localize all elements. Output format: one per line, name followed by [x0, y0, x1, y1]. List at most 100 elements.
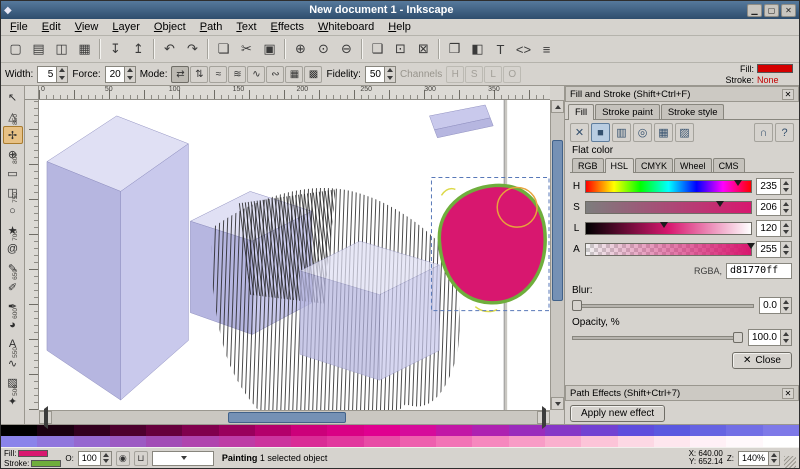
saturation-slider[interactable] [585, 201, 752, 214]
unset-paint-button[interactable]: ∩ [754, 123, 773, 142]
spin-up-button[interactable] [781, 242, 791, 250]
pink-blob-shape[interactable] [439, 185, 545, 302]
blur-slider[interactable] [572, 299, 754, 312]
fill-stroke-header[interactable]: Fill and Stroke (Shift+Ctrl+F) ✕ [565, 86, 799, 102]
master-opacity-spinner[interactable]: 100 [78, 451, 112, 466]
lightness-spinner[interactable]: 120 [756, 220, 792, 237]
align-dialog-button[interactable]: ≡ [535, 38, 558, 61]
paint-pattern-button[interactable]: ▦ [654, 123, 673, 142]
palette-swatch[interactable] [472, 425, 508, 436]
menu-view[interactable]: View [68, 20, 106, 34]
lightness-slider[interactable] [585, 222, 752, 235]
minimize-button[interactable]: ▁ [747, 4, 762, 17]
vertical-scrollbar[interactable] [550, 100, 564, 410]
palette-swatch[interactable] [763, 436, 799, 447]
palette-swatch[interactable] [182, 436, 218, 447]
tweak-mode-scale[interactable]: ≋ [228, 66, 246, 83]
maximize-button[interactable]: ▢ [764, 4, 779, 17]
palette-swatch[interactable] [291, 425, 327, 436]
palette-swatch[interactable] [545, 436, 581, 447]
resize-grip[interactable] [784, 456, 796, 468]
scroll-right-button[interactable] [537, 411, 550, 424]
fill-swatch[interactable] [18, 450, 48, 457]
hue-spinner[interactable]: 235 [756, 178, 792, 195]
cs-tab-wheel[interactable]: Wheel [674, 158, 712, 172]
titlebar[interactable]: ◆ New document 1 - Inkscape ▁ ▢ ✕ [1, 1, 799, 19]
palette-swatch[interactable] [219, 436, 255, 447]
tweak-mode-move-inout[interactable]: ⇅ [190, 66, 208, 83]
slider-marker[interactable] [660, 222, 668, 228]
palette-swatch[interactable] [763, 425, 799, 436]
layer-lock-toggle[interactable]: ⊔ [134, 451, 148, 466]
redo-button[interactable]: ↷ [181, 38, 204, 61]
unlink-clone-button[interactable]: ⊠ [412, 38, 435, 61]
menu-whiteboard[interactable]: Whiteboard [311, 20, 381, 34]
palette-swatch[interactable] [110, 425, 146, 436]
copy-button[interactable]: ❏ [212, 38, 235, 61]
palette-swatch[interactable] [726, 436, 762, 447]
spin-down-button[interactable] [781, 338, 791, 346]
palette-swatch[interactable] [509, 436, 545, 447]
horizontal-scrollbar[interactable] [39, 410, 550, 424]
stroke-swatch[interactable] [31, 460, 61, 467]
spin-up-button[interactable] [781, 330, 791, 338]
import-button[interactable]: ↧ [104, 38, 127, 61]
opacity-spinner[interactable]: 100.0 [748, 329, 792, 346]
fill-swatch[interactable] [757, 64, 793, 73]
menu-object[interactable]: Object [147, 20, 193, 34]
cs-tab-cmyk[interactable]: CMYK [635, 158, 673, 172]
tweak-mode-move[interactable]: ⇄ [171, 66, 189, 83]
open-document-button[interactable]: ▤ [27, 38, 50, 61]
palette-swatch[interactable] [726, 425, 762, 436]
palette-swatch[interactable] [545, 425, 581, 436]
fill-stroke-close-button[interactable]: ✕ [782, 89, 794, 100]
tab-stroke-style[interactable]: Stroke style [661, 104, 725, 119]
tab-fill[interactable]: Fill [568, 104, 594, 120]
palette-swatch[interactable] [255, 436, 291, 447]
palette-swatch[interactable] [690, 425, 726, 436]
palette-swatch[interactable] [400, 436, 436, 447]
slider-marker[interactable] [734, 180, 742, 186]
spin-down-button[interactable] [781, 306, 791, 314]
palette-swatch[interactable] [364, 425, 400, 436]
vertical-scroll-thumb[interactable] [552, 140, 563, 301]
scroll-down-button[interactable] [551, 397, 564, 410]
ellipse-tool[interactable]: ○ [3, 202, 23, 220]
horizontal-ruler[interactable]: 050100150200250300350 [39, 86, 550, 100]
paint-linear-gradient-button[interactable]: ▥ [612, 123, 631, 142]
selector-tool[interactable]: ↖ [3, 88, 23, 106]
layer-visibility-toggle[interactable]: ◉ [116, 451, 130, 466]
zoom-spinner[interactable]: 140% [738, 451, 780, 466]
palette-swatch[interactable] [1, 436, 37, 447]
zoom-selection-button[interactable]: ⊕ [289, 38, 312, 61]
tweak-mode-blur[interactable]: ▩ [304, 66, 322, 83]
opacity-slider[interactable] [572, 331, 743, 344]
force-spinner[interactable]: 20 [105, 66, 136, 83]
fidelity-spinner[interactable]: 50 [365, 66, 396, 83]
path-effects-header[interactable]: Path Effects (Shift+Ctrl+7) ✕ [565, 385, 799, 401]
palette-swatch[interactable] [581, 425, 617, 436]
channel-h-button[interactable]: H [446, 66, 464, 83]
stroke-value[interactable]: None [757, 75, 793, 85]
zoom-page-button[interactable]: ⊖ [335, 38, 358, 61]
palette-swatch[interactable] [690, 436, 726, 447]
spin-up-button[interactable] [57, 67, 67, 75]
paint-flat-button[interactable]: ■ [591, 123, 610, 142]
layer-selector[interactable] [152, 451, 214, 466]
save-document-button[interactable]: ◫ [50, 38, 73, 61]
spin-up-button[interactable] [125, 67, 135, 75]
canvas[interactable] [39, 100, 550, 410]
palette-swatch[interactable] [400, 425, 436, 436]
print-button[interactable]: ▦ [73, 38, 96, 61]
spin-down-button[interactable] [125, 74, 135, 82]
group-button[interactable]: ❒ [443, 38, 466, 61]
paint-none-button[interactable]: ✕ [570, 123, 589, 142]
path-effects-close-button[interactable]: ✕ [782, 388, 794, 399]
duplicate-button[interactable]: ❑ [366, 38, 389, 61]
palette-swatch[interactable] [618, 436, 654, 447]
scroll-left-button[interactable] [39, 411, 52, 424]
palette-swatch[interactable] [654, 436, 690, 447]
tab-stroke-paint[interactable]: Stroke paint [595, 104, 660, 119]
spin-up-button[interactable] [385, 67, 395, 75]
menu-effects[interactable]: Effects [264, 20, 311, 34]
